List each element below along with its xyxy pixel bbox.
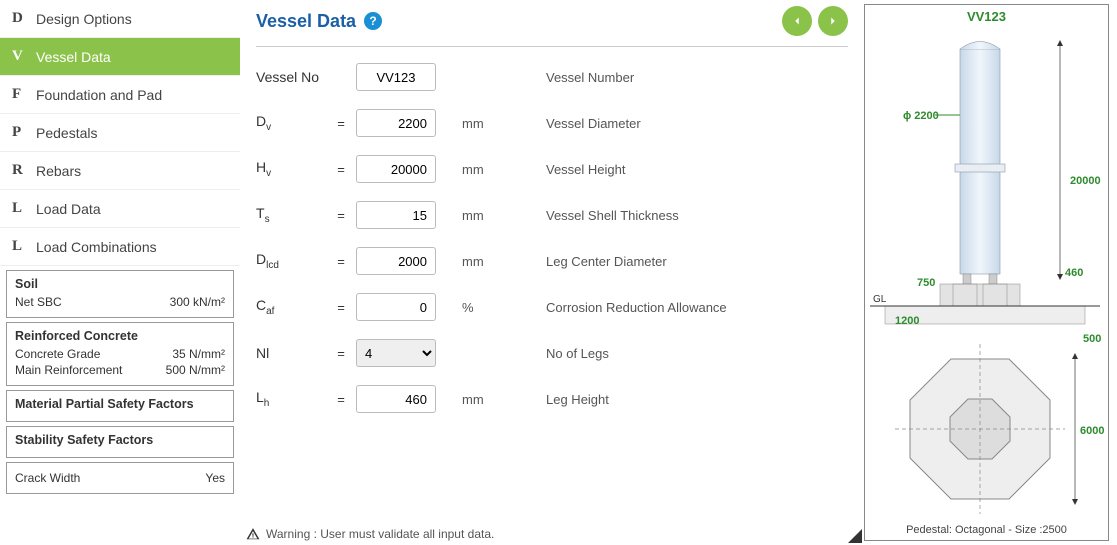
page-header: Vessel Data ? xyxy=(256,6,848,47)
desc-dv: Vessel Diameter xyxy=(516,116,848,131)
svg-text:500: 500 xyxy=(1083,333,1101,345)
resize-handle-icon[interactable] xyxy=(848,529,862,543)
sidebar-item-rebars[interactable]: RRebars xyxy=(0,152,240,190)
label-ts: Ts xyxy=(256,205,326,225)
hv-input[interactable] xyxy=(356,155,436,183)
caf-input[interactable] xyxy=(356,293,436,321)
vessel-diagram: GL ɸ 2200 20000 460 750 1200 500 6000 xyxy=(865,24,1108,534)
label-lh: Lh xyxy=(256,389,326,409)
diagram-caption: Pedestal: Octagonal - Size :2500 xyxy=(865,524,1108,536)
page-title: Vessel Data ? xyxy=(256,11,382,32)
svg-text:1200: 1200 xyxy=(895,315,919,327)
svg-text:ɸ 2200: ɸ 2200 xyxy=(903,110,939,122)
diagram-panel: VV123 GL ɸ 2200 xyxy=(864,4,1109,541)
desc-vessel-no: Vessel Number xyxy=(516,70,848,85)
svg-text:20000: 20000 xyxy=(1070,175,1101,187)
diagram-title: VV123 xyxy=(865,5,1108,24)
info-block-crack: Crack WidthYes xyxy=(6,462,234,494)
label-dlcd: Dlcd xyxy=(256,251,326,271)
desc-dlcd: Leg Center Diameter xyxy=(516,254,848,269)
sidebar-item-foundation-pad[interactable]: FFoundation and Pad xyxy=(0,76,240,114)
svg-text:6000: 6000 xyxy=(1080,425,1104,437)
desc-ts: Vessel Shell Thickness xyxy=(516,208,848,223)
info-block-mpsf[interactable]: Material Partial Safety Factors xyxy=(6,390,234,422)
sidebar-item-load-combinations[interactable]: LLoad Combinations xyxy=(0,228,240,266)
lh-input[interactable] xyxy=(356,385,436,413)
label-vessel-no: Vessel No xyxy=(256,69,326,85)
info-block-concrete: Reinforced Concrete Concrete Grade35 N/m… xyxy=(6,322,234,386)
sidebar-item-label: Load Combinations xyxy=(36,239,157,255)
info-header: Soil xyxy=(15,277,225,291)
help-icon[interactable]: ? xyxy=(364,12,382,30)
desc-nl: No of Legs xyxy=(516,346,848,361)
sidebar-item-load-data[interactable]: LLoad Data xyxy=(0,190,240,228)
info-block-soil: Soil Net SBC300 kN/m² xyxy=(6,270,234,318)
sidebar-item-label: Pedestals xyxy=(36,125,97,141)
desc-caf: Corrosion Reduction Allowance xyxy=(516,300,848,315)
form-grid: Vessel No Vessel Number Dv = mm Vessel D… xyxy=(256,63,848,413)
sidebar-nav: DDesign Options VVessel Data FFoundation… xyxy=(0,0,240,266)
label-nl: Nl xyxy=(256,345,326,361)
sidebar-item-label: Design Options xyxy=(36,11,132,27)
warning-icon xyxy=(246,527,260,541)
sidebar-item-design-options[interactable]: DDesign Options xyxy=(0,0,240,38)
label-caf: Caf xyxy=(256,297,326,317)
sidebar-item-label: Rebars xyxy=(36,163,81,179)
warning-bar: Warning : User must validate all input d… xyxy=(246,527,494,541)
sidebar-item-label: Vessel Data xyxy=(36,49,111,65)
svg-text:460: 460 xyxy=(1065,267,1083,279)
dv-input[interactable] xyxy=(356,109,436,137)
next-button[interactable] xyxy=(818,6,848,36)
svg-text:750: 750 xyxy=(917,277,935,289)
svg-text:GL: GL xyxy=(873,294,887,305)
label-dv: Dv xyxy=(256,113,326,133)
info-block-ssf[interactable]: Stability Safety Factors xyxy=(6,426,234,458)
nl-select[interactable]: 4 xyxy=(356,339,436,367)
arrow-left-icon xyxy=(790,14,804,28)
sidebar-item-label: Load Data xyxy=(36,201,101,217)
info-header: Reinforced Concrete xyxy=(15,329,225,343)
vessel-no-input[interactable] xyxy=(356,63,436,91)
label-hv: Hv xyxy=(256,159,326,179)
prev-button[interactable] xyxy=(782,6,812,36)
desc-lh: Leg Height xyxy=(516,392,848,407)
dlcd-input[interactable] xyxy=(356,247,436,275)
desc-hv: Vessel Height xyxy=(516,162,848,177)
sidebar-item-vessel-data[interactable]: VVessel Data xyxy=(0,38,240,76)
arrow-right-icon xyxy=(826,14,840,28)
sidebar-item-pedestals[interactable]: PPedestals xyxy=(0,114,240,152)
ts-input[interactable] xyxy=(356,201,436,229)
sidebar-item-label: Foundation and Pad xyxy=(36,87,162,103)
